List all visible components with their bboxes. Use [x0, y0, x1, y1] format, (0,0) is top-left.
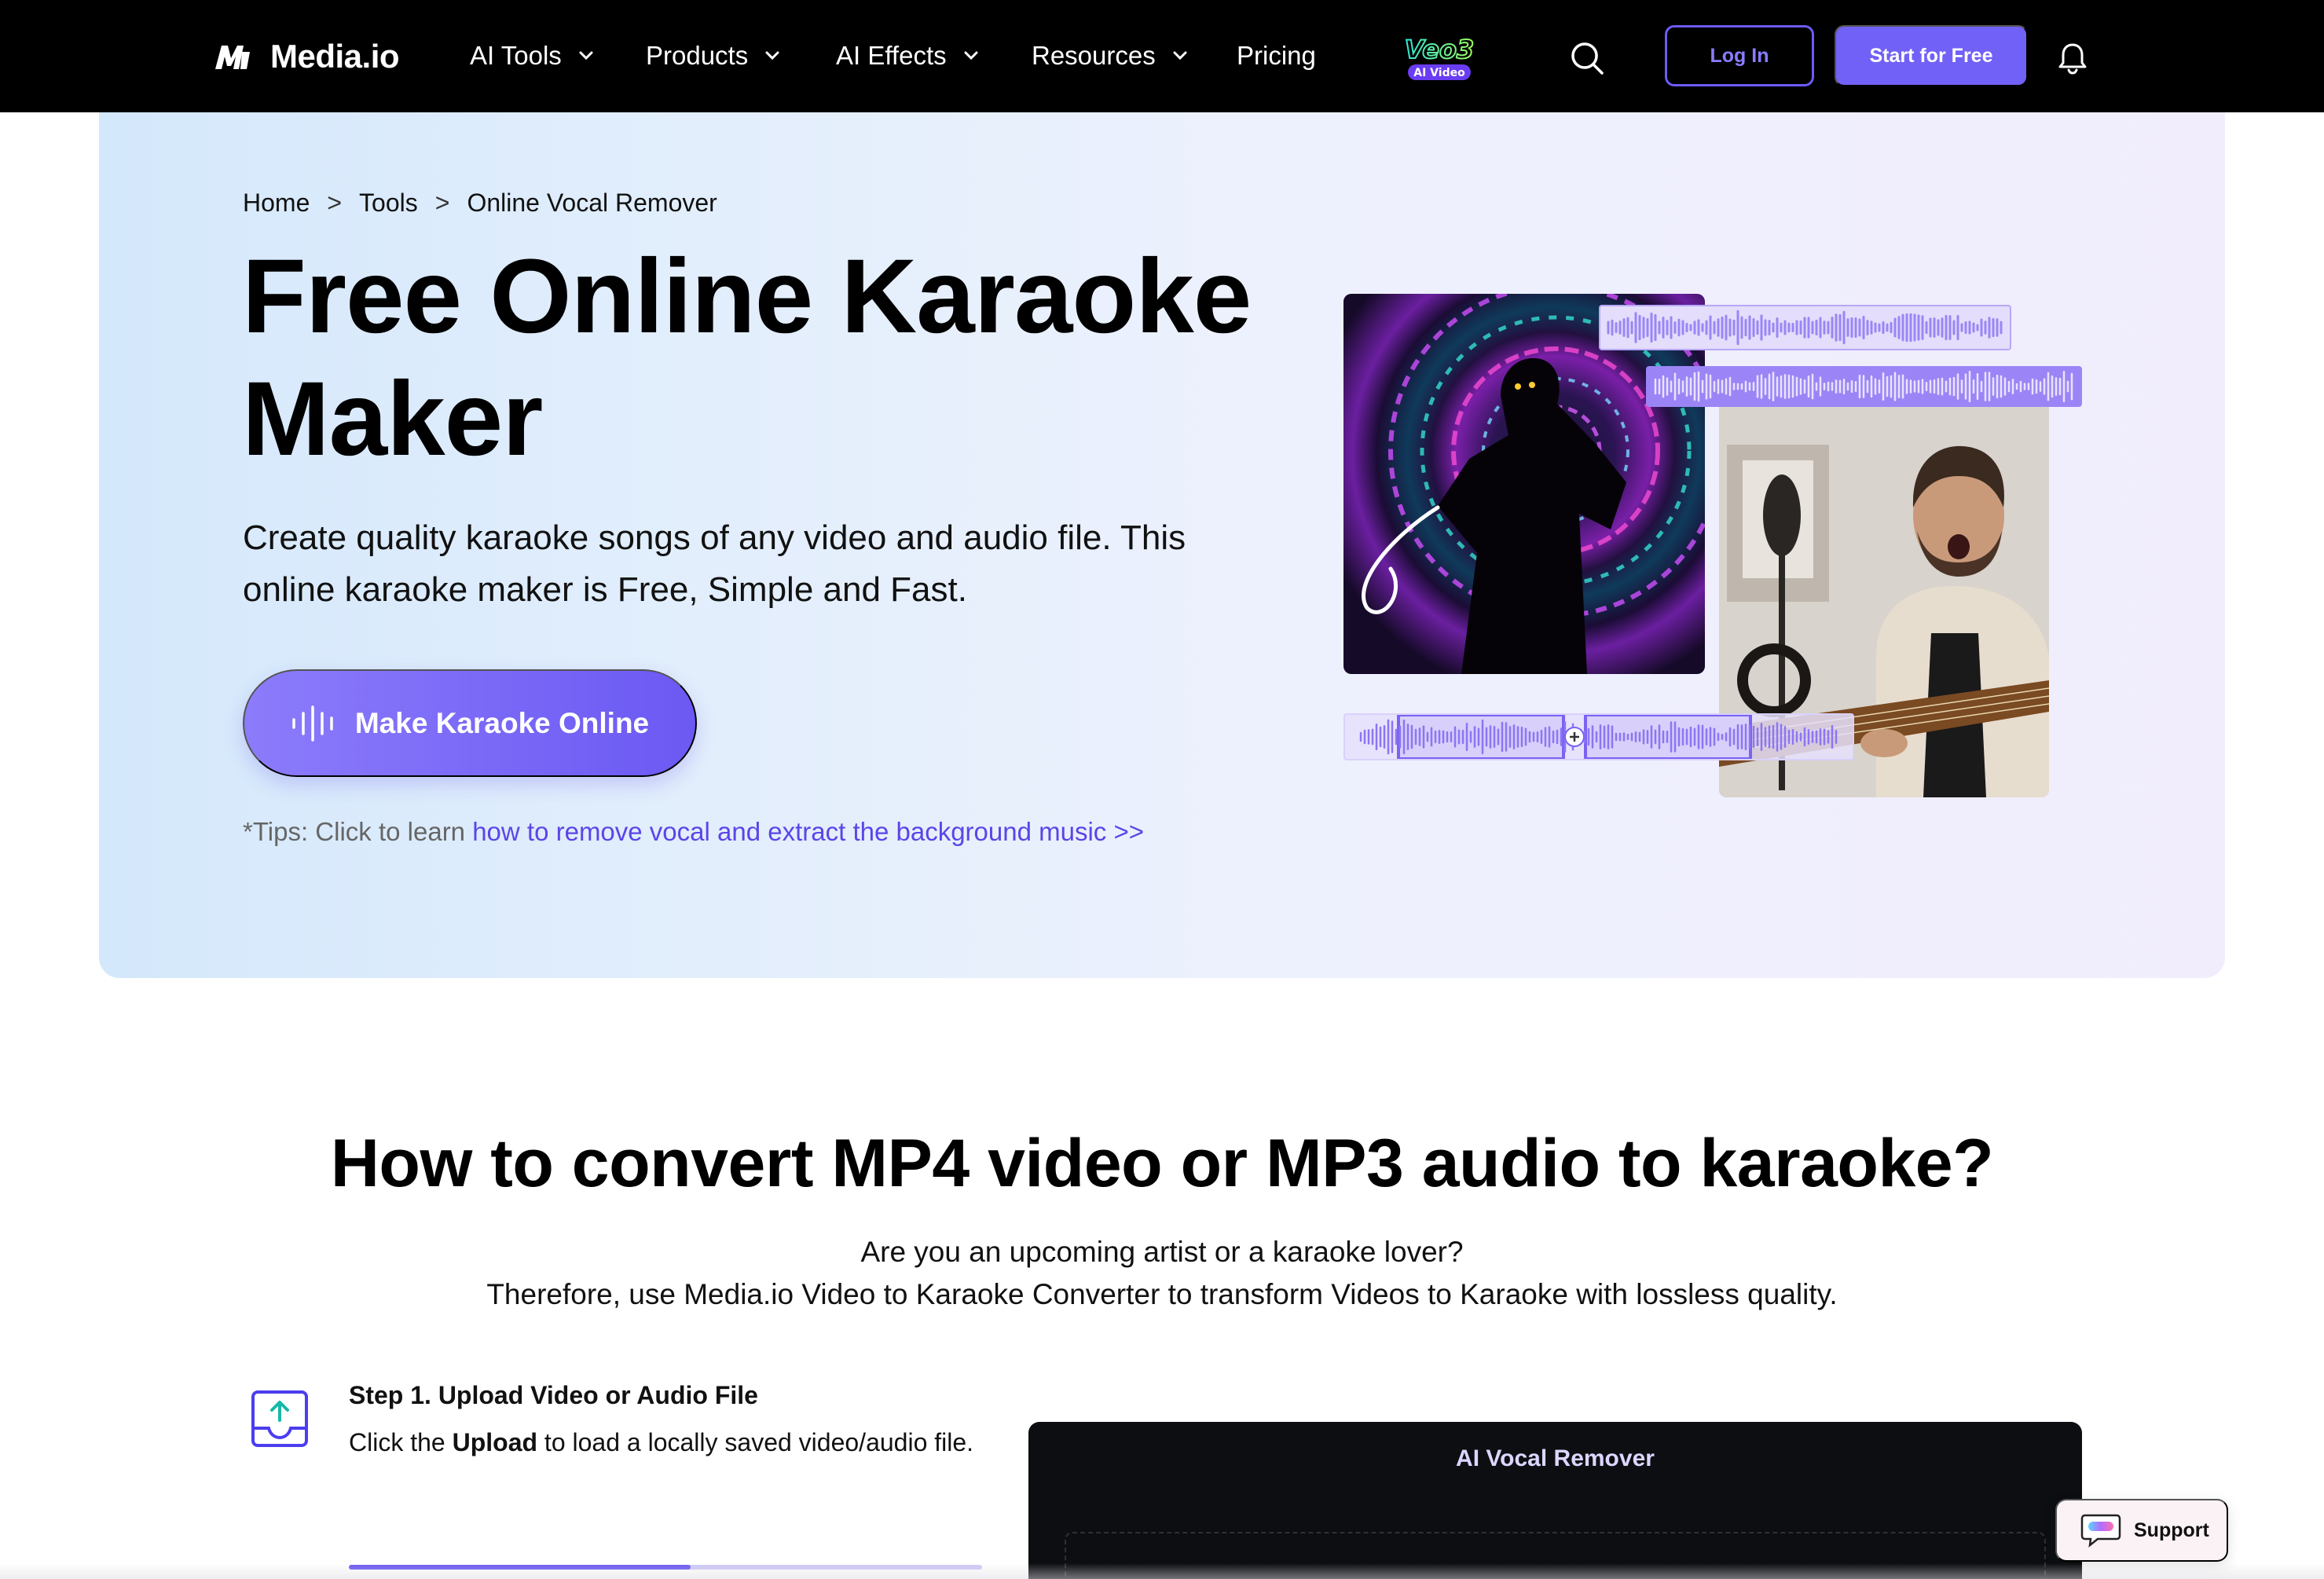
step1-description: Click the Upload to load a locally saved…	[349, 1423, 993, 1461]
support-button[interactable]: Support	[2055, 1499, 2228, 1562]
waveform-strip-top	[1599, 305, 2011, 350]
how-to-title: How to convert MP4 video or MP3 audio to…	[330, 1126, 1994, 1201]
nav-ai-tools[interactable]: AI Tools	[470, 36, 598, 75]
chevron-down-icon	[1173, 51, 1187, 60]
veo3-promo-badge[interactable]: Veo3 AI Video	[1384, 34, 1494, 83]
nav-pricing[interactable]: Pricing	[1237, 36, 1316, 75]
step1-title: Step 1. Upload Video or Audio File	[349, 1381, 758, 1409]
nav-resources[interactable]: Resources	[1032, 36, 1192, 75]
top-navbar: Media.io AI Tools Products AI Effects Re…	[0, 0, 2324, 112]
chevron-down-icon	[765, 51, 779, 60]
breadcrumb-separator: >	[434, 189, 450, 217]
veo3-tag-text: AI Video	[1413, 67, 1465, 79]
step1-desc-suffix: to load a locally saved video/audio file…	[537, 1428, 974, 1456]
waveform-graphic	[1359, 713, 1838, 760]
brand-logo[interactable]: Media.io	[212, 35, 400, 79]
login-button[interactable]: Log In	[1665, 25, 1814, 86]
how-to-intro-line1: Are you an upcoming artist or a karaoke …	[860, 1236, 1464, 1268]
nav-products-label: Products	[646, 41, 749, 70]
nav-pricing-label: Pricing	[1237, 41, 1316, 70]
hero-subtitle: Create quality karaoke songs of any vide…	[243, 518, 1186, 609]
nav-ai-tools-label: AI Tools	[470, 41, 562, 70]
page-title-line2: Maker	[242, 361, 543, 478]
start-for-free-button[interactable]: Start for Free	[1835, 25, 2028, 86]
nav-resources-label: Resources	[1032, 41, 1156, 70]
waveform-graphic	[1654, 370, 2073, 403]
breadcrumb-home[interactable]: Home	[243, 189, 310, 218]
demo-panel-title: AI Vocal Remover	[1456, 1445, 1655, 1471]
ai-vocal-remover-demo-panel: AI Vocal Remover	[1028, 1422, 2082, 1579]
logo-text: Media.io	[270, 38, 400, 75]
audio-wave-icon	[292, 705, 333, 742]
waveform-strip-bottom	[1343, 713, 1854, 760]
page-title: Free Online Karaoke Maker	[242, 236, 1279, 481]
waveform-graphic	[1607, 310, 2003, 346]
step1-desc-prefix: Click the	[349, 1428, 453, 1456]
make-karaoke-online-button[interactable]: Make Karaoke Online	[243, 669, 697, 777]
media-io-logo-icon	[212, 38, 253, 75]
how-to-intro-line2: Therefore, use Media.io Video to Karaoke…	[486, 1278, 1838, 1310]
nav-ai-effects[interactable]: AI Effects	[836, 36, 983, 75]
nav-products[interactable]: Products	[646, 36, 784, 75]
page-title-line1: Free Online Karaoke	[242, 238, 1252, 355]
step1-desc-bold: Upload	[452, 1428, 538, 1456]
hero-illustration	[1336, 291, 2090, 809]
make-karaoke-online-label: Make Karaoke Online	[354, 706, 650, 739]
waveform-strip-middle	[1646, 366, 2082, 407]
veo3-logo-icon: Veo3 AI Video	[1404, 34, 1475, 80]
veo3-brand-text: Veo3	[1405, 35, 1474, 64]
breadcrumb-tools[interactable]: Tools	[359, 189, 418, 218]
breadcrumb-current: Online Vocal Remover	[467, 189, 717, 217]
chat-support-icon	[2080, 1514, 2121, 1548]
upload-icon	[251, 1390, 308, 1447]
support-label: Support	[2134, 1519, 2209, 1541]
chevron-down-icon	[964, 51, 978, 60]
breadcrumb: Home > Tools > Online Vocal Remover	[243, 189, 717, 218]
tips-link[interactable]: how to remove vocal and extract the back…	[472, 817, 1144, 846]
tips-prefix: *Tips: Click to learn	[243, 817, 473, 846]
tips-text: *Tips: Click to learn how to remove voca…	[243, 817, 1144, 847]
bell-icon[interactable]	[2055, 41, 2090, 75]
breadcrumb-separator: >	[327, 189, 343, 217]
nav-ai-effects-label: AI Effects	[836, 41, 947, 70]
chevron-down-icon	[579, 51, 593, 60]
bottom-scroll-fade	[0, 1563, 2324, 1579]
search-icon[interactable]	[1568, 39, 1606, 77]
